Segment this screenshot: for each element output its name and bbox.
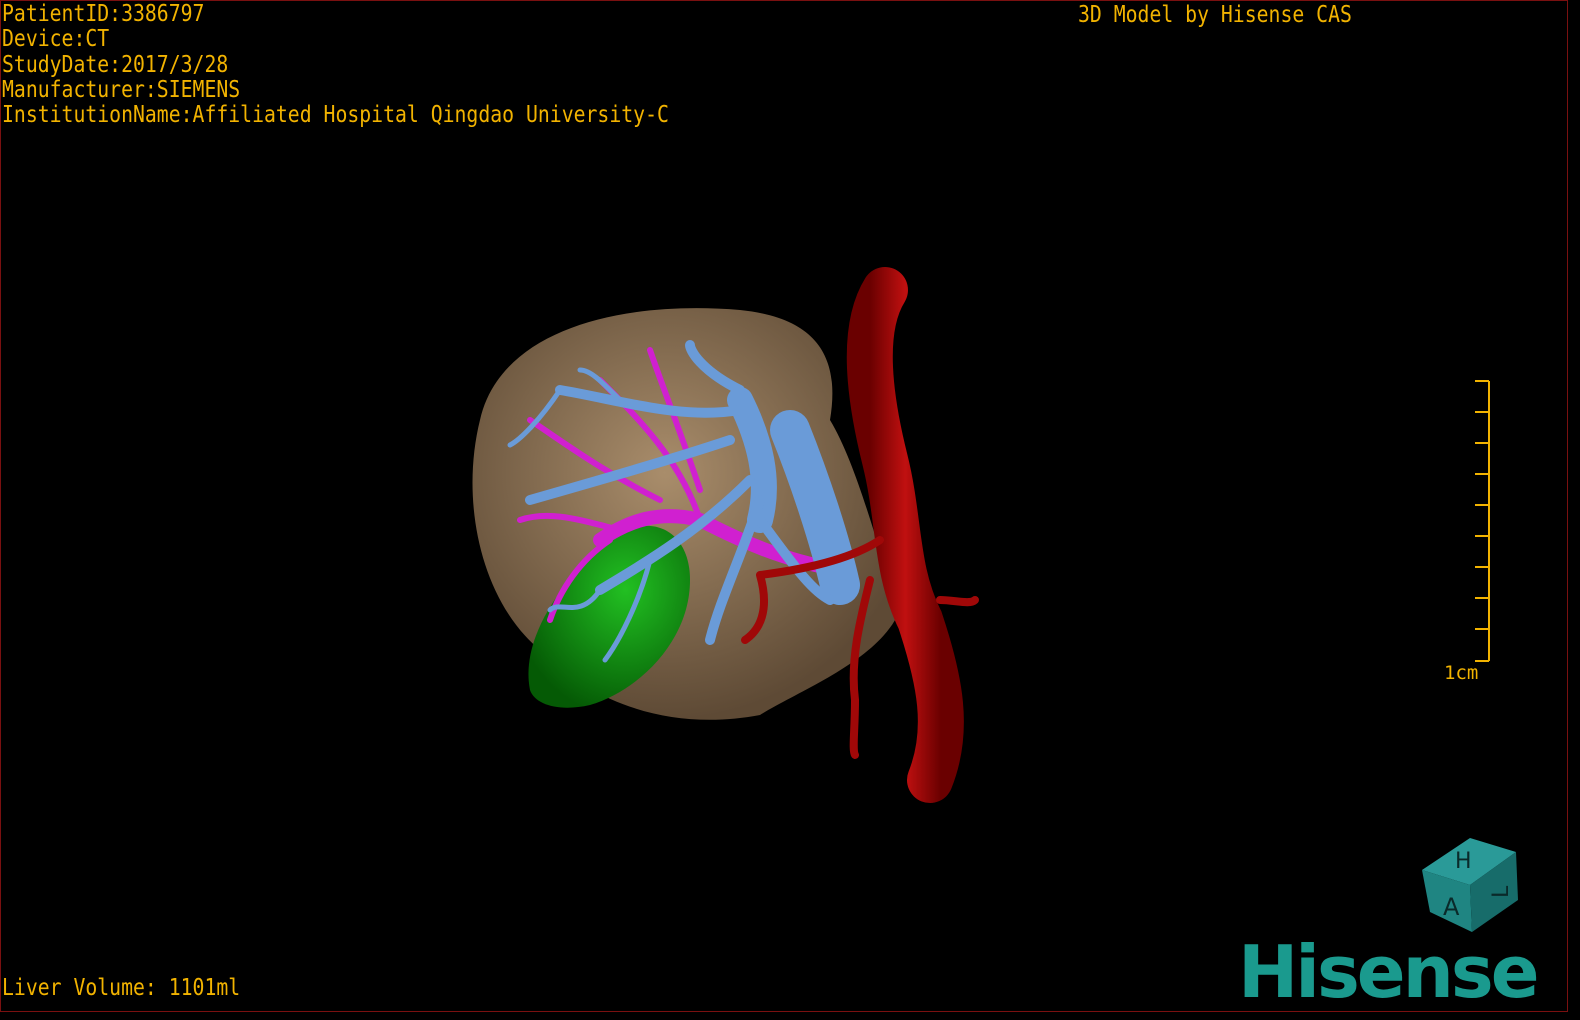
scale-bar-label: 1cm (1444, 662, 1479, 684)
hisense-logo: Hisense (1238, 930, 1540, 1014)
scale-bar (1475, 380, 1490, 662)
cube-face-l: L (1489, 885, 1514, 898)
liver-volume: Liver Volume: 1101ml (2, 975, 241, 1001)
3d-model-viewport[interactable]: H A L (0, 0, 1580, 1020)
cube-face-a: A (1443, 893, 1460, 921)
cube-face-h: H (1455, 849, 1472, 874)
orientation-cube[interactable]: H A L (1422, 838, 1518, 932)
